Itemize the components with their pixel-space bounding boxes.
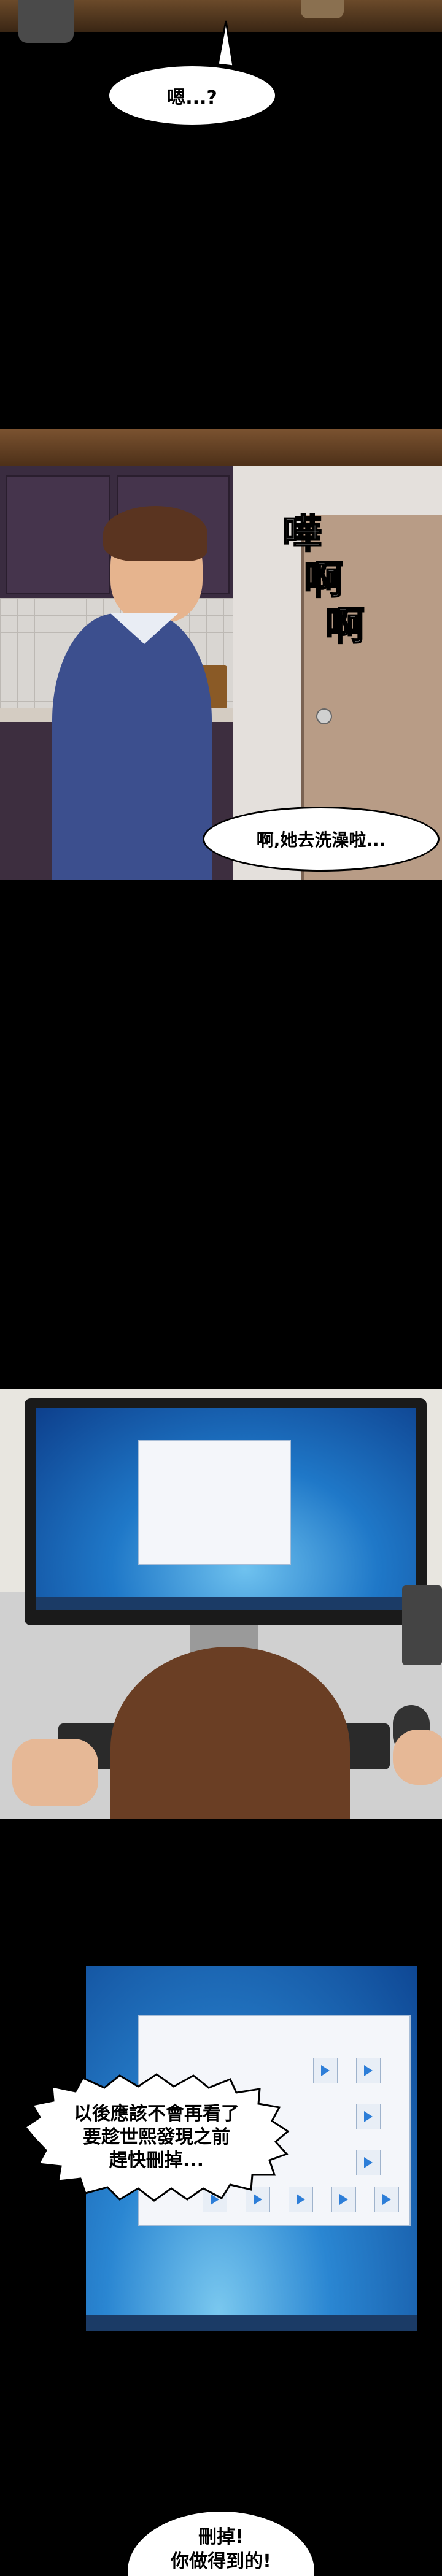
cabinet-door-a	[6, 475, 110, 594]
speech-bubble-2: 啊,她去洗澡啦...	[203, 807, 440, 872]
hand-left	[12, 1739, 98, 1806]
speech-text-4: 刪掉! 你做得到的!	[171, 2526, 271, 2572]
play-icon	[364, 2111, 373, 2122]
panel-1: 嗯...?	[0, 0, 442, 147]
speaker	[402, 1585, 442, 1665]
play-icon	[297, 2194, 305, 2205]
video-file-icon[interactable]	[356, 2104, 381, 2129]
play-icon	[364, 2157, 373, 2168]
video-file-icon[interactable]	[289, 2187, 313, 2212]
video-file-icon[interactable]	[332, 2187, 356, 2212]
play-icon	[364, 2065, 373, 2076]
panel-5: 刪掉! 你做得到的!	[0, 2496, 442, 2576]
panel-3-desk	[0, 1389, 442, 1819]
video-file-icon[interactable]	[356, 2150, 381, 2175]
video-file-icon[interactable]	[356, 2058, 381, 2083]
video-file-icon[interactable]	[313, 2058, 338, 2083]
sfx-shower-1: 嘩	[282, 512, 322, 558]
taskbar	[36, 1597, 416, 1610]
taskbar-large	[86, 2315, 417, 2331]
panel-2-kitchen: 嘩 啊 啊 啊,她去洗澡啦...	[0, 429, 442, 880]
door-knob	[316, 708, 332, 724]
man-hair	[103, 506, 207, 561]
speech-text-2: 啊,她去洗澡啦...	[256, 830, 386, 850]
sfx-shower-3: 啊	[325, 604, 365, 650]
video-file-icon[interactable]	[374, 2187, 399, 2212]
sfx-shower-2: 啊	[303, 558, 344, 604]
thought-text-3: 以後應該不會再看了 要趁世熙發現之前 趕快刪掉...	[74, 2103, 239, 2171]
hand-right	[393, 1730, 442, 1785]
panel-4-screen: 以後應該不會再看了 要趁世熙發現之前 趕快刪掉...	[0, 1966, 442, 2334]
man-body-sweater	[52, 613, 212, 880]
play-icon	[382, 2194, 391, 2205]
wood-ceiling	[0, 429, 442, 466]
speech-bubble-4: 刪掉! 你做得到的!	[126, 2510, 316, 2576]
speech-bubble-1: 嗯...?	[107, 64, 277, 126]
play-icon	[321, 2065, 330, 2076]
thought-bubble-3: 以後應該不會再看了 要趁世熙發現之前 趕快刪掉...	[21, 2073, 292, 2202]
play-icon	[339, 2194, 348, 2205]
explorer-window	[138, 1440, 291, 1565]
speech-text-1: 嗯...?	[167, 86, 217, 109]
